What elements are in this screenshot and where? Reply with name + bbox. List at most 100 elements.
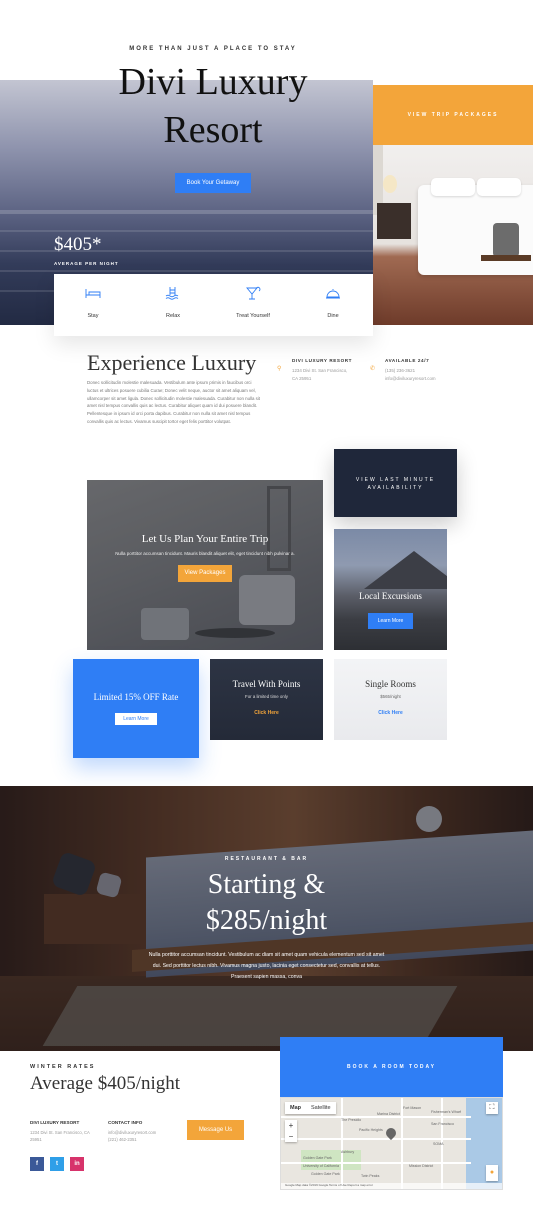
hero-title-line1: Divi Luxury <box>118 61 308 103</box>
map-tab[interactable]: Map <box>285 1102 306 1114</box>
map-label: Golden Gate Park <box>303 1156 332 1160</box>
restaurant-body: Nulla porttitor accumsan tincidunt. Vest… <box>148 952 385 980</box>
plan-trip-card: Let Us Plan Your Entire Trip Nulla portt… <box>87 480 323 650</box>
zoom-in-button[interactable]: + <box>285 1120 297 1131</box>
single-rooms-card: Single Rooms $565/night Click Here <box>334 659 447 740</box>
footer-address-line1: 1234 Divi St. San Francisco, CA <box>30 1130 90 1135</box>
address-heading: DIVI LUXURY RESORT <box>292 358 353 363</box>
address-block: DIVI LUXURY RESORT 1234 Divi St. San Fra… <box>292 358 367 382</box>
message-us-button[interactable]: Message Us <box>187 1120 244 1140</box>
footer-address: DIVI LUXURY RESORT 1234 Divi St. San Fra… <box>30 1120 102 1143</box>
restaurant-title-line2: $285/night <box>205 905 328 936</box>
map-label: Fort Mason <box>403 1106 422 1110</box>
footer-contact-heading: CONTACT INFO <box>108 1120 143 1125</box>
map-label: Golden Gate Park <box>311 1172 340 1176</box>
amenity-relax-label: Relax <box>165 313 181 319</box>
map-type-toggle: Map Satellite <box>285 1102 336 1114</box>
hero-price-note: AVERAGE PER NIGHT <box>54 261 119 266</box>
plan-trip-title: Let Us Plan Your Entire Trip <box>141 533 269 545</box>
facebook-icon[interactable]: f <box>30 1157 44 1171</box>
phone-icon: ✆ <box>370 366 376 372</box>
amenity-relax[interactable]: Relax <box>143 286 203 319</box>
contact-block: AVAILABLE 24/7 (135) 236-3621 info@divil… <box>385 358 460 382</box>
amenity-dine[interactable]: Dine <box>303 286 363 319</box>
last-minute-line2: AVAILABILITY <box>367 485 424 491</box>
winter-rates-label: WINTER RATES <box>30 1064 96 1070</box>
restaurant-title-line1: Starting & <box>207 869 326 900</box>
twitter-icon[interactable]: t <box>50 1157 64 1171</box>
map-label: Mission District <box>409 1164 434 1168</box>
last-minute-line1: VIEW LAST MINUTE <box>355 477 436 483</box>
last-minute-availability-button[interactable]: VIEW LAST MINUTE AVAILABILITY <box>334 449 457 517</box>
cocktail-icon <box>245 286 261 300</box>
fullscreen-icon[interactable]: ⛶ <box>486 1102 498 1114</box>
average-rate: Average $405/night <box>30 1073 181 1094</box>
footer-address-line2: 25951 <box>30 1137 42 1142</box>
address-line2: CA 25951 <box>292 375 312 381</box>
local-excursions-card: Local Excursions Learn More <box>334 529 447 650</box>
street-view-icon[interactable]: ● <box>486 1165 498 1181</box>
address-lines: 1234 Divi St. San Francisco, CA 25951 <box>292 367 367 382</box>
location-map[interactable]: Fort Mason The Presidio Marina District … <box>280 1097 503 1190</box>
phone-number[interactable]: (135) 236-3621 <box>385 367 460 375</box>
plan-trip-text: Nulla porttitor accumsan tincidunt. Maur… <box>115 551 295 556</box>
hero-title: Divi Luxury Resort <box>0 58 426 154</box>
limited-learn-more-button[interactable]: Learn More <box>115 713 157 725</box>
address-line1: 1234 Divi St. San Francisco, <box>292 368 348 373</box>
single-rooms-title: Single Rooms <box>365 679 416 689</box>
map-label: Pacific Heights <box>359 1128 383 1132</box>
amenity-treat-label: Treat Yourself <box>236 313 270 319</box>
amenity-stay[interactable]: Stay <box>63 286 123 319</box>
view-packages-button[interactable]: View Packages <box>178 565 232 582</box>
cloche-icon <box>325 286 341 300</box>
amenities-bar: Stay Relax Treat Yourself Dine <box>54 274 373 336</box>
travel-points-card: Travel With Points For a limited time on… <box>210 659 323 740</box>
amenity-dine-label: Dine <box>327 313 339 319</box>
email-link[interactable]: info@diviluxuryresort.com <box>385 375 460 383</box>
restaurant-tag: RESTAURANT & BAR <box>224 856 309 862</box>
single-rooms-link[interactable]: Click Here <box>334 710 447 716</box>
map-label: Marina District <box>377 1112 400 1116</box>
hero-price: $405* <box>54 234 102 255</box>
footer-contact: CONTACT INFO info@diviluxuryresort.com (… <box>108 1120 180 1143</box>
map-label: University of California <box>303 1164 339 1168</box>
map-label: Fisherman's Wharf <box>431 1110 462 1114</box>
hero-title-line2: Resort <box>163 109 263 151</box>
map-label: The Presidio <box>341 1118 362 1122</box>
book-getaway-button[interactable]: Book Your Getaway <box>175 173 251 193</box>
map-label: SOMA <box>433 1142 444 1146</box>
contact-lines: (135) 236-3621 info@diviluxuryresort.com <box>385 367 460 382</box>
footer-address-lines: 1234 Divi St. San Francisco, CA 25951 <box>30 1129 102 1143</box>
single-rooms-price: $565/night <box>380 694 401 699</box>
excursions-title: Local Excursions <box>359 591 422 601</box>
bedroom-photo <box>373 145 533 325</box>
limited-offer-title: Limited 15% OFF Rate <box>93 692 179 702</box>
footer-email[interactable]: info@diviluxuryresort.com <box>108 1129 180 1136</box>
pool-icon <box>165 286 181 300</box>
satellite-tab[interactable]: Satellite <box>306 1102 336 1114</box>
view-trip-packages-button[interactable]: VIEW TRIP PACKAGES <box>373 85 533 145</box>
travel-points-title: Travel With Points <box>232 679 301 689</box>
travel-points-link[interactable]: Click Here <box>210 710 323 716</box>
zoom-out-button[interactable]: − <box>285 1131 297 1142</box>
footer-resort-heading: DIVI LUXURY RESORT <box>30 1120 80 1125</box>
instagram-icon[interactable]: in <box>70 1157 84 1171</box>
amenity-treat-yourself[interactable]: Treat Yourself <box>223 286 283 319</box>
footer-contact-lines: info@diviluxuryresort.com (221) 462-2351 <box>108 1129 180 1143</box>
footer-phone[interactable]: (221) 462-2351 <box>108 1136 180 1143</box>
travel-points-sub: For a limited time only <box>245 694 288 699</box>
bed-icon <box>85 286 101 300</box>
book-room-button[interactable]: BOOK A ROOM TODAY <box>280 1037 503 1097</box>
map-label: Ashbury <box>341 1150 355 1154</box>
hero-tagline: MORE THAN JUST A PLACE TO STAY <box>129 46 297 52</box>
hours-heading: AVAILABLE 24/7 <box>385 358 430 363</box>
zoom-controls: + − <box>285 1120 297 1142</box>
limited-offer-card: Limited 15% OFF Rate Learn More <box>73 659 199 758</box>
amenity-stay-label: Stay <box>87 313 99 319</box>
experience-body: Donec sollicitudin molestie malesuada. V… <box>87 380 261 424</box>
restaurant-title: Starting & $285/night <box>0 867 533 939</box>
experience-title: Experience Luxury <box>87 350 257 375</box>
map-attribution: Google Map data ©2019 Google Terms of Us… <box>281 1183 502 1189</box>
excursions-learn-more-button[interactable]: Learn More <box>368 613 413 629</box>
map-label: San Francisco <box>431 1122 454 1126</box>
